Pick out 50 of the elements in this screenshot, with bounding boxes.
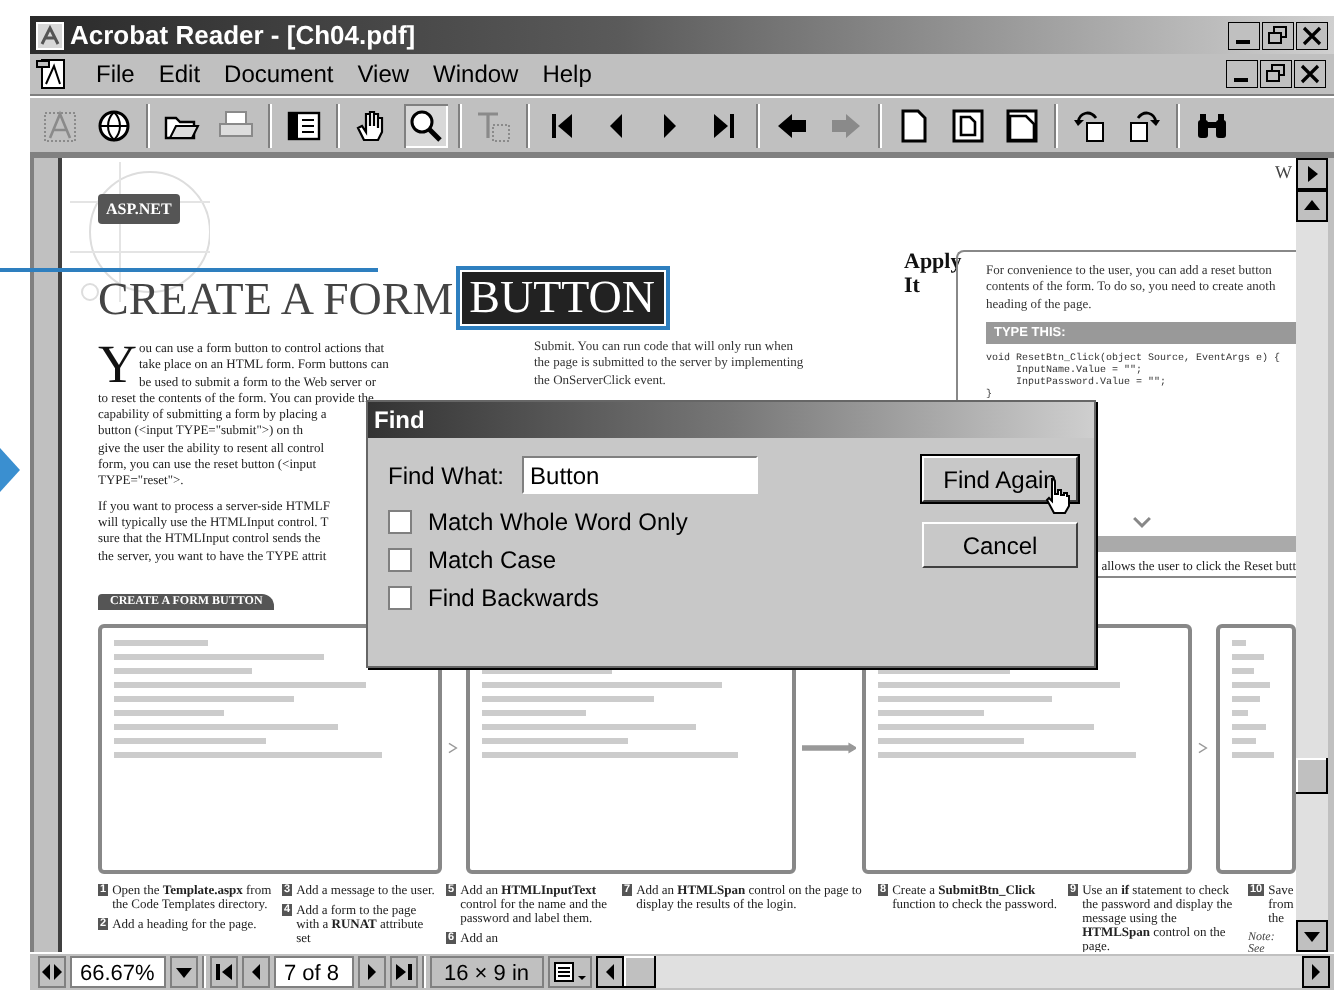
menu-item[interactable]: View	[357, 60, 410, 88]
scroll-thumb[interactable]	[623, 956, 656, 988]
scroll-left-button[interactable]	[595, 956, 624, 988]
chevron-icon	[1131, 515, 1151, 528]
zoom-field[interactable]: 66.67%	[70, 956, 166, 988]
next-page-button[interactable]	[358, 956, 386, 988]
find-field[interactable]: Button	[522, 456, 759, 494]
menu-item[interactable]: Document	[224, 60, 334, 88]
window-title: Acrobat Reader - [Ch04.pdf]	[70, 20, 416, 50]
restore-button[interactable]	[1260, 60, 1292, 88]
scroll-up-button[interactable]	[1296, 190, 1328, 222]
app-icon	[36, 21, 64, 49]
page-heading-fragment: W	[1275, 162, 1292, 182]
menu-item[interactable]: Window	[433, 60, 519, 88]
checkbox[interactable]	[388, 586, 412, 610]
dialog-button[interactable]: Cancel	[922, 522, 1078, 568]
last-page-button[interactable]	[390, 956, 418, 988]
drop-cap: Y	[98, 340, 137, 388]
restore-button[interactable]	[1262, 21, 1294, 49]
page-layout-icon[interactable]	[547, 956, 592, 988]
split-handle-icon[interactable]	[38, 956, 66, 988]
checkbox[interactable]	[388, 510, 412, 534]
checkbox-label[interactable]: Find Backwards	[428, 584, 599, 612]
pointer-arrow-icon	[0, 448, 20, 492]
scroll-down-button[interactable]	[1296, 920, 1328, 952]
checkbox-label[interactable]: Match Case	[428, 546, 557, 574]
close-button[interactable]	[1294, 60, 1326, 88]
zoom-icon[interactable]	[404, 103, 448, 147]
menu-item[interactable]: File	[96, 60, 135, 88]
dialog-title: Find	[368, 402, 1094, 438]
menu-item[interactable]: Edit	[158, 60, 201, 88]
page-heading: CREATE A FORM	[98, 279, 454, 317]
minimize-button[interactable]	[1228, 21, 1260, 49]
page-size-label: 16 × 9 in	[430, 956, 544, 988]
first-page-button[interactable]	[210, 956, 238, 988]
scroll-thumb[interactable]	[1296, 758, 1328, 794]
field-label: Find What:	[388, 461, 505, 489]
dropdown-button[interactable]	[170, 956, 198, 988]
section-tag: ASP.NET	[98, 194, 180, 224]
menu-item[interactable]: Help	[542, 60, 592, 88]
search-highlight: BUTTON	[461, 272, 664, 324]
checkbox[interactable]	[388, 548, 412, 572]
checkbox-label[interactable]: Match Whole Word Only	[428, 508, 688, 536]
arrow-icon	[801, 736, 857, 760]
close-button[interactable]	[1296, 21, 1328, 49]
scroll-right-button[interactable]	[1302, 956, 1330, 988]
minimize-button[interactable]	[1226, 60, 1258, 88]
page-number-field[interactable]: 7 of 8	[274, 956, 354, 988]
previous-page-button[interactable]	[242, 956, 270, 988]
next-page-button[interactable]	[1296, 158, 1328, 190]
